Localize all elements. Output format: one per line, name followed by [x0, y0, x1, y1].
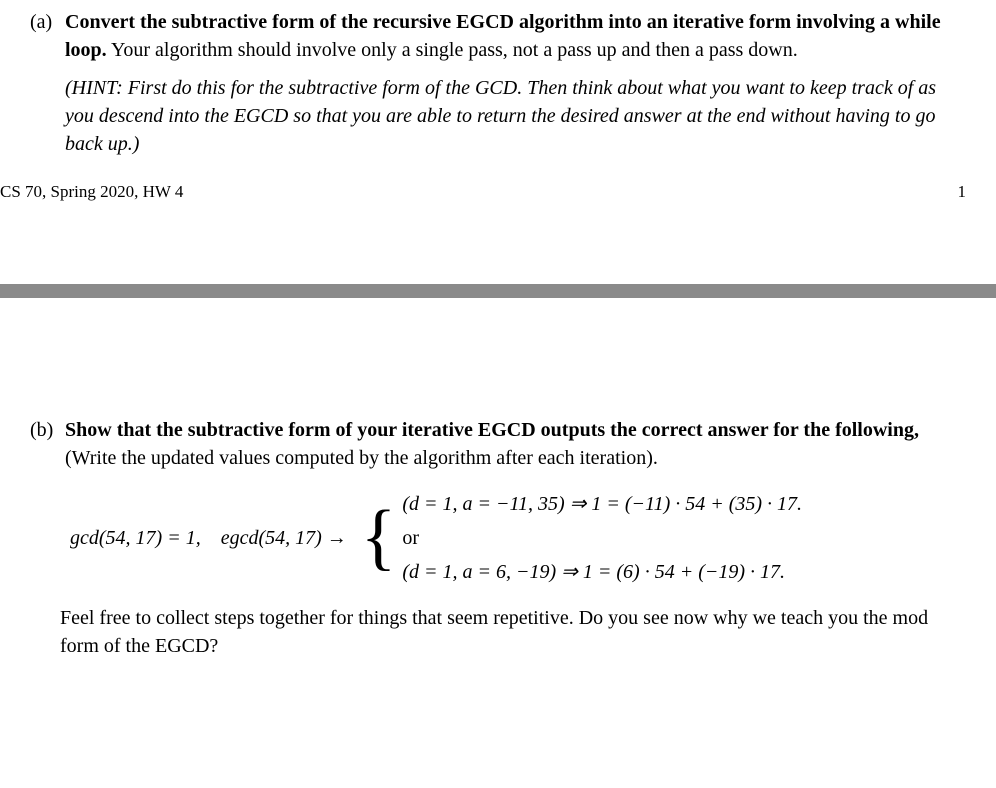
part-b-label: (b)	[30, 416, 60, 444]
cases-stack: (d = 1, a = −11, 35) ⇒ 1 = (−11) · 54 + …	[402, 490, 802, 586]
brace-cases: { (d = 1, a = −11, 35) ⇒ 1 = (−11) · 54 …	[361, 490, 802, 586]
part-b-bold: Show that the subtractive form of your i…	[65, 419, 919, 441]
egcd-left: gcd(54, 17) = 1, egcd(54, 17) →	[70, 524, 347, 552]
footer-page-number: 1	[958, 180, 967, 204]
part-b-followup: Feel free to collect steps together for …	[30, 604, 966, 660]
case-1: (d = 1, a = −11, 35) ⇒ 1 = (−11) · 54 + …	[402, 490, 802, 518]
case-2: (d = 1, a = 6, −19) ⇒ 1 = (6) · 54 + (−1…	[402, 558, 802, 586]
part-a-hint: (HINT: First do this for the subtractive…	[65, 74, 965, 158]
part-a: (a) Convert the subtractive form of the …	[0, 0, 996, 158]
page-footer: CS 70, Spring 2020, HW 4 1	[0, 158, 996, 204]
part-b-normal: (Write the updated values computed by th…	[65, 447, 658, 469]
part-b: (b) Show that the subtractive form of yo…	[0, 408, 996, 660]
part-b-content: Show that the subtractive form of your i…	[65, 416, 965, 472]
egcd-equation: gcd(54, 17) = 1, egcd(54, 17) → { (d = 1…	[30, 472, 966, 604]
footer-left: CS 70, Spring 2020, HW 4	[0, 180, 183, 204]
page-separator	[0, 284, 996, 298]
left-brace-icon: {	[361, 512, 397, 564]
case-or: or	[402, 524, 802, 552]
part-a-label: (a)	[30, 8, 60, 36]
part-a-content: Convert the subtractive form of the recu…	[65, 8, 965, 158]
part-a-normal: Your algorithm should involve only a sin…	[107, 39, 798, 61]
